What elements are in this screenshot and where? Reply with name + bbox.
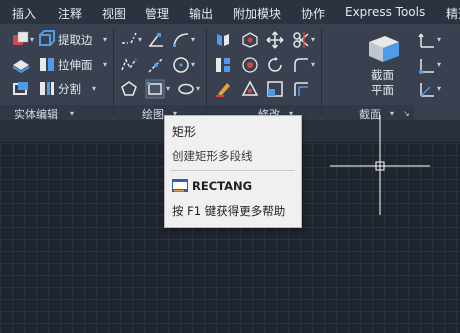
fillet-icon[interactable]	[292, 56, 310, 74]
extrude-faces-button[interactable]: 拉伸面	[58, 57, 93, 73]
trim-icon[interactable]	[292, 31, 310, 49]
chevron-down-icon[interactable]: ▾	[70, 109, 74, 118]
union-icon[interactable]	[12, 31, 30, 49]
mirror-icon[interactable]	[214, 31, 232, 49]
chevron-down-icon[interactable]: ▾	[191, 35, 195, 44]
tooltip-divider	[171, 170, 295, 171]
slice-icon[interactable]	[12, 56, 30, 74]
chevron-down-icon[interactable]: ▾	[191, 60, 195, 69]
rectangle-tooltip: 矩形 创建矩形多段线 RECTANG 按 F1 键获得更多帮助	[164, 115, 302, 228]
construction-line-icon[interactable]	[147, 56, 165, 74]
array-icon[interactable]	[214, 56, 232, 74]
chevron-down-icon[interactable]: ▾	[311, 35, 315, 44]
separate-button[interactable]: 分割	[58, 81, 81, 97]
menu-collaborate[interactable]: 协作	[301, 5, 325, 22]
3d-move-icon[interactable]	[241, 56, 259, 74]
ucs-origin-icon[interactable]	[418, 56, 436, 74]
spline-icon[interactable]	[120, 56, 138, 74]
separate-icon	[40, 82, 54, 95]
extract-edges-button[interactable]: 提取边	[58, 32, 93, 48]
crosshair-cursor-icon	[330, 115, 430, 215]
section-plane-label-line2: 平面	[371, 83, 394, 97]
ellipse-icon[interactable]	[177, 80, 195, 98]
tooltip-help-text: 按 F1 键获得更多帮助	[172, 204, 286, 218]
chevron-down-icon[interactable]: ▾	[103, 60, 107, 69]
chevron-down-icon[interactable]: ▾	[437, 60, 441, 69]
3d-rotate-icon[interactable]	[241, 31, 259, 49]
rotate-icon[interactable]	[266, 56, 284, 74]
section-plane-button[interactable]: 截面	[371, 67, 394, 83]
line-angle-icon[interactable]	[147, 31, 165, 49]
circle-icon[interactable]	[172, 56, 190, 74]
menu-express-tools[interactable]: Express Tools	[345, 5, 425, 19]
chevron-down-icon[interactable]: ▾	[437, 84, 441, 93]
scale-icon[interactable]	[266, 80, 284, 98]
rectangle-icon[interactable]	[145, 79, 165, 99]
menu-manage[interactable]: 管理	[145, 5, 169, 22]
ribbon: ▾ 提取边 ▾ 拉伸面 ▾ 分割 ▾ 实体编辑 ▾ ▾ ▾ ▾ ▾ ▾ 绘图 ▾…	[0, 25, 460, 121]
menu-featured[interactable]: 精选	[446, 5, 460, 22]
tooltip-title: 矩形	[172, 125, 197, 139]
menu-output[interactable]: 输出	[189, 5, 213, 22]
erase-icon[interactable]	[214, 80, 232, 98]
extrude-faces-icon	[40, 58, 54, 71]
arc-icon[interactable]	[172, 31, 190, 49]
polyline-icon[interactable]	[120, 31, 138, 49]
menu-bar: 插入 注释 视图 管理 输出 附加模块 协作 Express Tools 精选	[0, 0, 460, 25]
panel-divider	[113, 29, 114, 117]
chevron-down-icon[interactable]: ▾	[311, 60, 315, 69]
menu-annotate[interactable]: 注释	[58, 5, 82, 22]
polygon-icon[interactable]	[120, 80, 138, 98]
chevron-down-icon[interactable]: ▾	[138, 35, 142, 44]
chevron-down-icon[interactable]: ▾	[166, 84, 170, 93]
tooltip-description: 创建矩形多段线	[172, 149, 253, 163]
tooltip-command: RECTANG	[192, 179, 253, 193]
menu-addins[interactable]: 附加模块	[233, 5, 281, 22]
menu-insert[interactable]: 插入	[12, 5, 36, 22]
panel-divider	[321, 29, 322, 117]
move-icon[interactable]	[266, 31, 284, 49]
chevron-down-icon[interactable]: ▾	[103, 35, 107, 44]
ucs-icon[interactable]	[418, 31, 436, 49]
chevron-down-icon[interactable]: ▾	[437, 35, 441, 44]
offset-icon[interactable]	[292, 80, 310, 98]
panel-divider	[206, 29, 207, 117]
chevron-down-icon[interactable]: ▾	[30, 35, 34, 44]
chevron-down-icon[interactable]: ▾	[92, 84, 96, 93]
ucs-view-icon[interactable]	[418, 80, 436, 98]
shell-icon[interactable]	[12, 80, 30, 98]
chevron-down-icon[interactable]: ▾	[196, 84, 200, 93]
menu-view[interactable]: 视图	[102, 5, 126, 22]
extract-edges-icon	[39, 30, 55, 46]
command-line-icon	[172, 179, 188, 192]
section-plane-icon[interactable]	[367, 32, 401, 64]
3d-align-icon[interactable]	[241, 80, 259, 98]
